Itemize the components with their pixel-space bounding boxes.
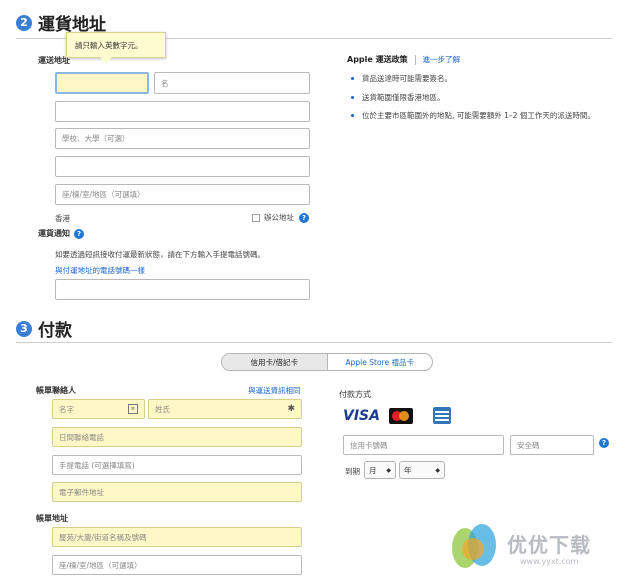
tab-gift-card[interactable]: Apple Store 禮品卡 <box>328 354 433 370</box>
bullet-dot <box>351 114 354 117</box>
updown-arrow-icon: ◆ <box>435 466 440 474</box>
shipping-street-input[interactable] <box>55 101 310 122</box>
card-number-input[interactable]: 信用卡號碼 <box>343 435 504 455</box>
required-star-icon: ✱ <box>287 404 295 414</box>
shipping-building-input[interactable]: 座/棟/室/地區（可選填） <box>55 184 310 205</box>
payment-method-label: 付款方式 <box>339 390 371 399</box>
watermark-logo <box>452 520 504 570</box>
expiry-year-select[interactable]: 年 ◆ <box>399 461 445 479</box>
billing-address-label: 帳單地址 <box>36 514 68 523</box>
help-icon[interactable]: ? <box>299 212 309 223</box>
payment-title: 付款 <box>38 321 72 341</box>
expiry-month-select[interactable]: 月 ◆ <box>364 461 396 479</box>
notify-header: 運貨通知 ? <box>38 228 84 239</box>
business-address-checkbox[interactable] <box>252 213 260 222</box>
updown-arrow-icon: ◆ <box>386 466 391 474</box>
policy-bullet-text: 位於主要市區範圍外的地點, 可能需要額外 1–2 個工作天的派送時間。 <box>362 111 595 120</box>
bullet-dot <box>351 77 354 80</box>
billing-street-input[interactable]: 屋苑/大廈/街道名稱及號碼 <box>52 527 302 547</box>
day-phone-input[interactable]: 日間聯絡電話 <box>52 427 302 447</box>
mastercard-icon <box>389 408 413 424</box>
shipping-first-name-input[interactable] <box>55 72 149 94</box>
mobile-phone-input[interactable]: 手提電話 (可選擇填寫) <box>52 455 302 475</box>
year-value: 年 <box>404 465 412 475</box>
help-icon[interactable]: ? <box>74 228 84 239</box>
policy-divider <box>414 54 416 65</box>
step-number-badge: 3 <box>16 320 32 337</box>
policy-bullet: 位於主要市區範圍外的地點, 可能需要額外 1–2 個工作天的派送時間。 <box>351 110 595 121</box>
shipping-policy-header: Apple 運送政策 進一步了解 <box>347 54 460 65</box>
same-as-shipping-link[interactable]: 與運送資訊相同 <box>248 385 301 396</box>
last-name-placeholder: 姓氏 <box>155 404 170 414</box>
amex-icon <box>433 407 451 424</box>
month-value: 月 <box>369 465 377 475</box>
shipping-last-name-input[interactable]: 名 <box>154 72 310 94</box>
billing-building-input[interactable]: 座/棟/室/地區（可選填） <box>52 555 302 575</box>
first-name-placeholder: 名字 <box>59 404 74 414</box>
visa-icon: VISA <box>343 408 380 424</box>
bullet-dot <box>351 96 354 99</box>
policy-title: Apple 運送政策 <box>347 55 408 64</box>
notify-text: 如要透過短訊接收付運最新狀態，請在下方輸入手提電話號碼。 <box>55 250 265 259</box>
payment-type-tabs: 信用卡/借記卡 Apple Store 禮品卡 <box>221 353 433 371</box>
mobile-notify-input[interactable] <box>55 279 310 300</box>
same-phone-link[interactable]: 與付運地址的電話號碼一樣 <box>55 265 145 276</box>
notify-label: 運貨通知 <box>38 229 70 238</box>
policy-bullet-text: 貨品送達時可能需要簽名。 <box>362 74 452 83</box>
payment-step-header: 3 付款 <box>16 316 72 341</box>
billing-last-name-input[interactable]: 姓氏 ✱ <box>148 399 302 419</box>
section-divider <box>16 342 612 343</box>
email-input[interactable]: 電子郵件地址 <box>52 482 302 502</box>
policy-bullet-text: 送貨範圍僅限香港地區。 <box>362 93 445 102</box>
billing-first-name-input[interactable]: 名字 ≡ <box>52 399 145 419</box>
business-address-label: 辦公地址 <box>264 213 294 222</box>
security-code-input[interactable]: 安全碼 <box>510 435 594 455</box>
shipping-address-line-input[interactable] <box>55 156 310 177</box>
validation-tooltip: 請只輸入英數字元。 <box>66 32 166 64</box>
tooltip-arrow <box>100 57 112 64</box>
region-text: 香港 <box>55 214 70 223</box>
watermark-url: www.yyxt.com <box>520 557 579 566</box>
contact-card-icon: ≡ <box>128 404 138 414</box>
shipping-school-input[interactable]: 學校、大學（可選） <box>55 128 310 149</box>
expiry-label: 到期 <box>345 467 360 476</box>
help-icon[interactable]: ? <box>599 438 609 448</box>
billing-contact-label: 帳單聯絡人 <box>36 386 76 395</box>
policy-learn-more-link[interactable]: 進一步了解 <box>423 54 461 65</box>
tab-credit-card[interactable]: 信用卡/借記卡 <box>222 354 328 370</box>
policy-bullet: 送貨範圍僅限香港地區。 <box>351 92 445 103</box>
policy-bullet: 貨品送達時可能需要簽名。 <box>351 73 452 84</box>
watermark-brand: 优优下载 <box>507 533 591 557</box>
tooltip-text: 請只輸入英數字元。 <box>75 40 143 50</box>
business-address-option: 辦公地址 ? <box>252 212 309 223</box>
step-number-badge: 2 <box>16 14 32 31</box>
